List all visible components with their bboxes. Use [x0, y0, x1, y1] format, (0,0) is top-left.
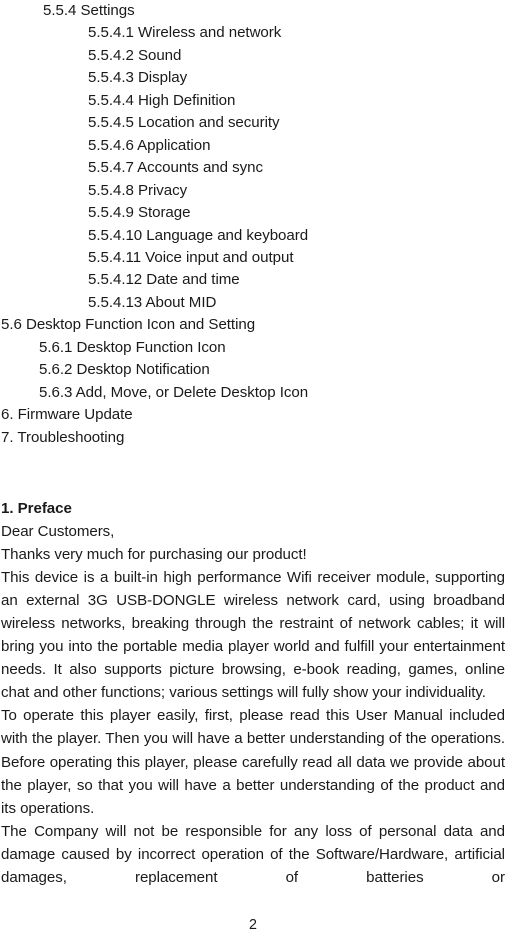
toc-entry: 5.5.4.4 High Definition — [88, 91, 236, 109]
toc-entry: 5.5.4.11 Voice input and output — [88, 248, 294, 266]
toc-entry: 5.5.4.1 Wireless and network — [88, 24, 282, 42]
toc-entry: 5.5.4.3 Display — [88, 69, 188, 87]
toc-entry: 5.6 Desktop Function Icon and Setting — [1, 316, 256, 334]
toc-entry: 5.5.4.6 Application — [88, 136, 211, 154]
preface-paragraph-3: The Company will not be responsible for … — [1, 822, 505, 886]
toc-entry: 5.5.4.9 Storage — [88, 204, 191, 222]
toc-entry: 5.5.4.13 About MID — [88, 293, 217, 311]
preface-salutation: Dear Customers, — [1, 523, 115, 541]
toc-entry: 5.5.4.7 Accounts and sync — [88, 159, 263, 177]
preface-paragraph-1: This device is a built-in high performan… — [1, 569, 505, 702]
toc-entry: 5.5.4.10 Language and keyboard — [88, 226, 309, 244]
preface-section: 1. Preface Dear Customers, Thanks very m… — [1, 497, 505, 912]
preface-thanks-line: Thanks very much for purchasing our prod… — [1, 546, 307, 564]
toc-entry: 5.5.4.5 Location and security — [88, 114, 280, 132]
toc-entry: 5.6.2 Desktop Notification — [39, 361, 210, 379]
table-of-contents: 5.5.4 Settings 5.5.4.1 Wireless and netw… — [1, 0, 505, 449]
toc-entry: 5.6.3 Add, Move, or Delete Desktop Icon — [39, 383, 309, 401]
manual-page: 5.5.4 Settings 5.5.4.1 Wireless and netw… — [0, 0, 506, 946]
toc-entry: 5.5.4 Settings — [43, 2, 135, 19]
preface-heading: 1. Preface — [1, 500, 72, 518]
toc-entry: 5.5.4.2 Sound — [88, 46, 182, 64]
toc-entry: 6. Firmware Update — [1, 406, 133, 424]
toc-entry: 7. Troubleshooting — [1, 428, 125, 446]
toc-entry: 5.6.1 Desktop Function Icon — [39, 338, 226, 356]
toc-entry: 5.5.4.12 Date and time — [88, 271, 240, 289]
toc-entry: 5.5.4.8 Privacy — [88, 181, 188, 199]
preface-paragraph-2: To operate this player easily, first, pl… — [1, 707, 505, 817]
section-divider-space — [1, 449, 505, 497]
page-number: 2 — [249, 917, 257, 933]
